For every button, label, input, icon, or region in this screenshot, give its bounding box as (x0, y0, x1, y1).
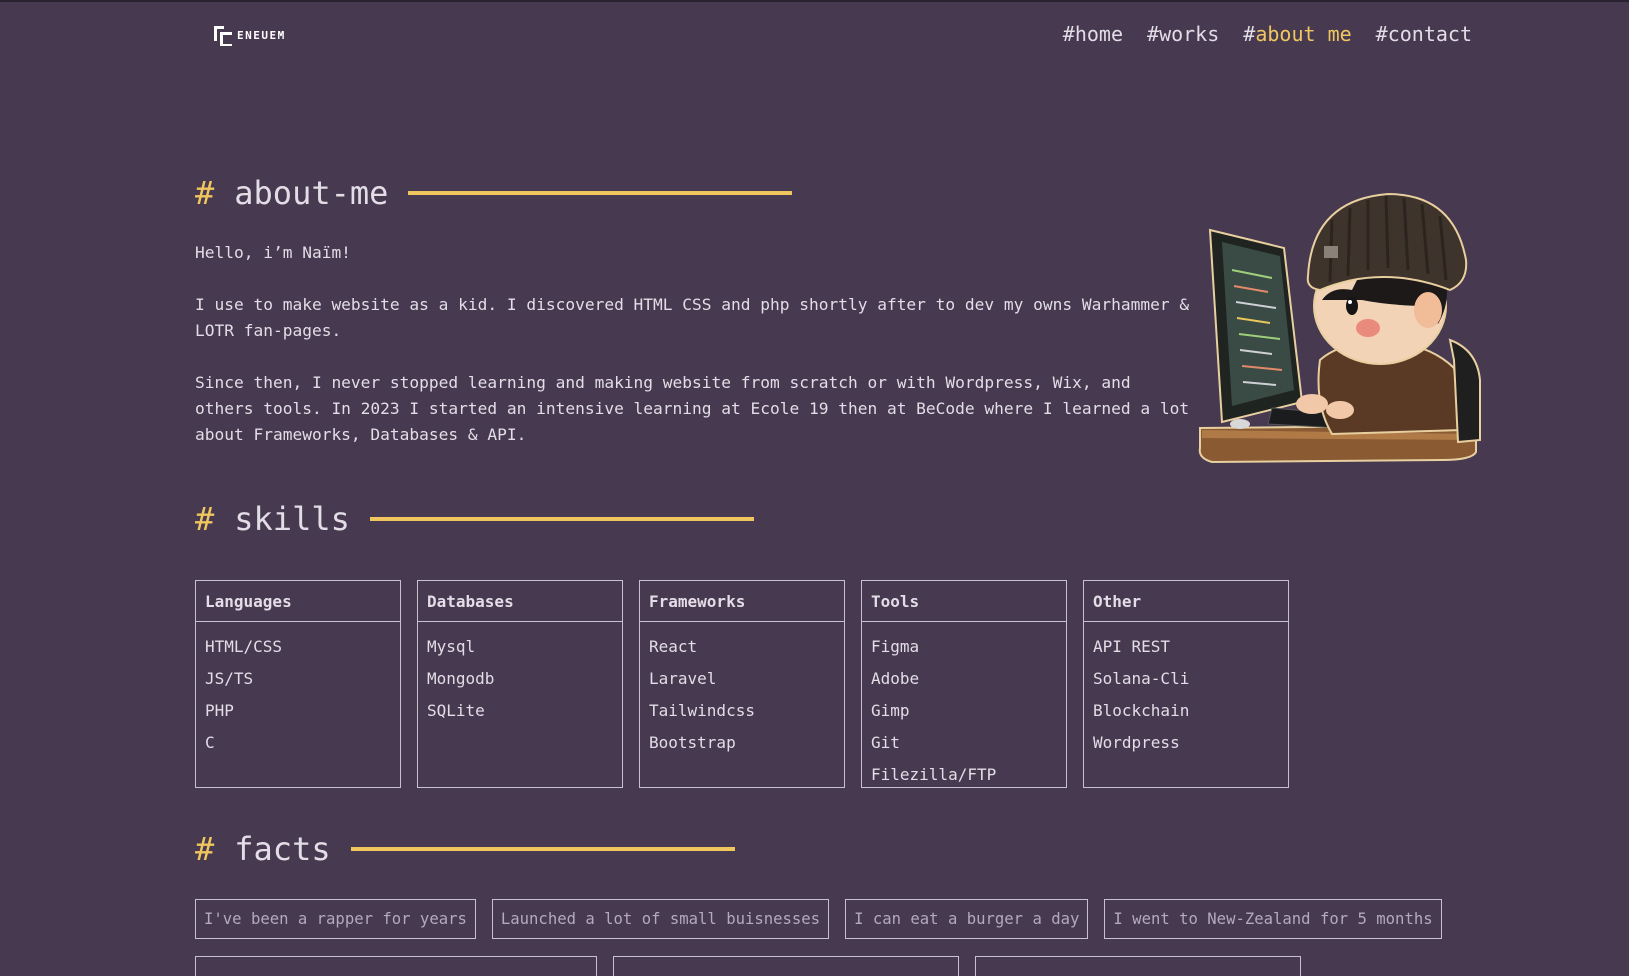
skill-item: Mysql (427, 637, 476, 656)
fact-tag-partial (613, 956, 959, 976)
nav-about-me[interactable]: #about me (1243, 22, 1351, 46)
skill-item: Figma (871, 637, 920, 656)
avatar-illustration (1198, 192, 1481, 464)
skill-item: SQLite (427, 701, 485, 720)
fact-tag: I've been a rapper for years (195, 899, 476, 939)
skill-item: Gimp (871, 701, 910, 720)
about-heading-text: about-me (234, 174, 389, 212)
about-heading-underline (408, 191, 793, 195)
skill-item: Laravel (649, 669, 717, 688)
skill-item: C (205, 733, 215, 752)
skill-item: Wordpress (1093, 733, 1180, 752)
fact-tag-partial (195, 956, 597, 976)
main-nav: #home #works #about me #contact (1063, 22, 1472, 46)
skill-box-title: Frameworks (640, 581, 844, 622)
skill-item: Filezilla/FTP (871, 765, 997, 784)
skill-item: HTML/CSS (205, 637, 283, 656)
skill-item: API REST (1093, 637, 1171, 656)
skill-item: Adobe (871, 669, 920, 688)
facts-list-row-2 (195, 956, 1301, 976)
skill-box-tools: Tools Figma Adobe Gimp Git Filezilla/FTP (861, 580, 1067, 788)
skill-box-databases: Databases Mysql Mongodb SQLite (417, 580, 623, 788)
fact-tag: Launched a lot of small buisnesses (491, 899, 830, 939)
skills-heading: # skills (195, 500, 754, 538)
facts-list: I've been a rapper for years Launched a … (195, 899, 1442, 939)
facts-heading-underline (350, 847, 735, 851)
nav-home[interactable]: #home (1063, 22, 1123, 46)
skill-item: Solana-Cli (1093, 669, 1190, 688)
fact-tag: I went to New-Zealand for 5 months (1104, 899, 1442, 939)
facts-heading-hash: # (195, 830, 215, 868)
about-paragraph: I use to make website as a kid. I discov… (195, 295, 1190, 340)
about-heading: # about-me (195, 174, 793, 212)
skill-item: Blockchain (1093, 701, 1190, 720)
skills-heading-text: skills (234, 500, 350, 538)
skill-item: Tailwindcss (649, 701, 755, 720)
skill-item: React (649, 637, 698, 656)
skills-heading-underline (369, 517, 754, 521)
skill-box-title: Tools (862, 581, 1066, 622)
skill-box-title: Other (1084, 581, 1288, 622)
logo[interactable]: ENEUEM (212, 24, 286, 46)
skill-box-frameworks: Frameworks React Laravel Tailwindcss Boo… (639, 580, 845, 788)
logo-text: ENEUEM (237, 28, 286, 42)
about-heading-hash: # (195, 174, 215, 212)
logo-mark-icon (214, 26, 232, 46)
skill-box-title: Databases (418, 581, 622, 622)
skill-item: Bootstrap (649, 733, 736, 752)
skills-heading-hash: # (195, 500, 215, 538)
skill-box-languages: Languages HTML/CSS JS/TS PHP C (195, 580, 401, 788)
skill-box-other: Other API REST Solana-Cli Blockchain Wor… (1083, 580, 1289, 788)
skill-item: JS/TS (205, 669, 254, 688)
skill-item: PHP (205, 701, 234, 720)
fact-tag: I can eat a burger a day (845, 899, 1089, 939)
facts-heading-text: facts (234, 830, 331, 868)
about-paragraph: Since then, I never stopped learning and… (195, 373, 1190, 444)
skill-item: Git (871, 733, 900, 752)
skills-grid: Languages HTML/CSS JS/TS PHP C Databases… (195, 580, 1289, 788)
skill-box-title: Languages (196, 581, 400, 622)
about-paragraph: Hello, i’m Naïm! (195, 243, 351, 262)
about-text: Hello, i’m Naïm! I use to make website a… (195, 240, 1195, 474)
fact-tag-partial (975, 956, 1301, 976)
skill-item: Mongodb (427, 669, 495, 688)
nav-contact[interactable]: #contact (1376, 22, 1472, 46)
facts-heading: # facts (195, 830, 735, 868)
nav-works[interactable]: #works (1147, 22, 1219, 46)
